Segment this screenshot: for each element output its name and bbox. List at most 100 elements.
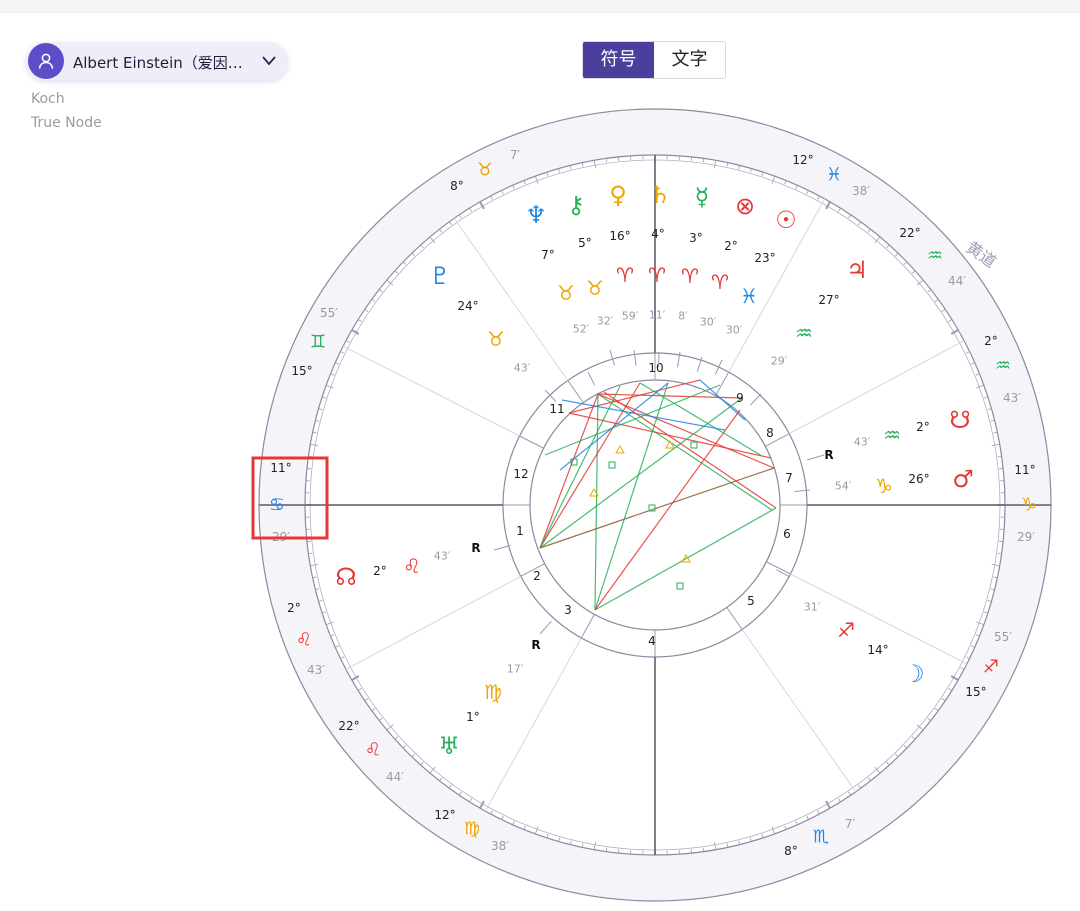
sign-cusp-degree: 22° xyxy=(899,226,920,240)
planet-sign-glyph: ♓ xyxy=(740,284,758,308)
planet-degree: 16° xyxy=(609,229,630,243)
sign-cusp-degree: 11° xyxy=(1014,463,1035,477)
planet-glyph-icon: ♄ xyxy=(649,181,671,209)
house-number: 2 xyxy=(533,569,541,583)
retrograde-marker: R xyxy=(471,541,480,555)
sign-cusp-minutes: 43′ xyxy=(307,663,325,677)
planet-sign-glyph: ♉ xyxy=(487,327,505,351)
planet-minutes: 8′ xyxy=(678,310,688,323)
planet-minutes: 30′ xyxy=(700,316,717,329)
sign-cusp-glyph: ♐ xyxy=(983,657,999,678)
sign-cusp-glyph: ♒ xyxy=(995,356,1011,377)
planet-sign-glyph: ♈ xyxy=(681,264,699,288)
planet-minutes: 11′ xyxy=(649,309,666,322)
planet-minutes: 32′ xyxy=(597,315,614,328)
planet-degree: 2° xyxy=(916,420,930,434)
sign-cusp-degree: 22° xyxy=(338,719,359,733)
sign-cusp-glyph: ♊ xyxy=(310,332,326,353)
planet-glyph-icon: ☋ xyxy=(949,406,970,434)
house-number: 5 xyxy=(747,594,755,608)
planet-degree: 26° xyxy=(908,472,929,486)
planet-sign-glyph: ♑ xyxy=(875,474,893,498)
house-number: 9 xyxy=(736,391,744,405)
sign-cusp-minutes: 29′ xyxy=(1017,530,1035,544)
sign-cusp-glyph: ♍ xyxy=(464,819,480,840)
house-number: 3 xyxy=(564,603,572,617)
sign-cusp-degree: 15° xyxy=(965,685,986,699)
planet-minutes: 54′ xyxy=(835,480,852,493)
sign-cusp-glyph: ♒ xyxy=(927,246,943,267)
degree-tick xyxy=(997,455,1002,458)
planet-degree: 2° xyxy=(724,239,738,253)
sign-cusp-minutes: 7′ xyxy=(845,817,856,831)
planet-sign-glyph: ♌ xyxy=(403,554,421,578)
sign-cusp-glyph: ♌ xyxy=(296,630,312,651)
natal-chart-wheel: 123456789101112 11°♋29′2°♌43′22°♌44′12°♍… xyxy=(251,108,1052,902)
house-number: 7 xyxy=(785,471,793,485)
sign-cusp-glyph: ♉ xyxy=(477,160,493,181)
house-number: 1 xyxy=(516,524,524,538)
sign-cusp-glyph: ♓ xyxy=(826,165,842,186)
house-number: 12 xyxy=(513,467,528,481)
planet-minutes: 43′ xyxy=(514,362,531,375)
planet-sign-glyph: ♈ xyxy=(616,263,634,287)
planet-sign-glyph: ♒ xyxy=(795,321,813,345)
planet-glyph-icon: ⊗ xyxy=(735,192,755,220)
planet-degree: 7° xyxy=(541,248,555,262)
degree-tick xyxy=(605,158,608,163)
sign-cusp-minutes: 38′ xyxy=(852,184,870,198)
planet-glyph-icon: ♂ xyxy=(952,465,974,493)
planet-minutes: 31′ xyxy=(804,601,821,614)
retrograde-marker: R xyxy=(824,448,833,462)
sign-cusp-degree: 2° xyxy=(984,334,998,348)
planet-sign-glyph: ♈ xyxy=(711,270,729,294)
retrograde-marker: R xyxy=(531,638,540,652)
degree-tick xyxy=(308,552,313,555)
planet-glyph-icon: ♅ xyxy=(438,732,460,760)
planet-sign-glyph: ♒ xyxy=(883,423,901,447)
house-number: 6 xyxy=(783,527,791,541)
sign-cusp-minutes: 44′ xyxy=(386,770,404,784)
sign-cusp-degree: 8° xyxy=(450,179,464,193)
planet-glyph-icon: ♇ xyxy=(429,262,451,290)
sign-cusp-glyph: ♏ xyxy=(813,827,829,848)
sign-cusp-minutes: 38′ xyxy=(491,839,509,853)
house-number: 10 xyxy=(648,361,663,375)
planet-degree: 1° xyxy=(466,710,480,724)
sign-cusp-glyph: ♋ xyxy=(269,495,285,516)
planet-degree: 5° xyxy=(578,236,592,250)
house-number: 4 xyxy=(648,634,656,648)
planet-minutes: 29′ xyxy=(771,355,788,368)
sign-cusp-degree: 12° xyxy=(792,153,813,167)
planet-degree: 4° xyxy=(651,227,665,241)
planet-glyph-icon: ☊ xyxy=(335,563,356,591)
planet-minutes: 59′ xyxy=(622,310,639,323)
planet-glyph-icon: ☿ xyxy=(695,183,710,211)
sign-cusp-minutes: 43′ xyxy=(1003,391,1021,405)
planet-glyph-icon: ☽ xyxy=(903,660,925,688)
degree-tick xyxy=(702,847,705,852)
planet-glyph-icon: ♃ xyxy=(846,256,868,284)
sign-cusp-minutes: 44′ xyxy=(948,274,966,288)
planet-degree: 3° xyxy=(689,231,703,245)
sign-cusp-degree: 2° xyxy=(287,601,301,615)
planet-glyph-icon: ⚷ xyxy=(567,191,585,219)
sign-cusp-degree: 15° xyxy=(291,364,312,378)
degree-tick xyxy=(605,847,608,852)
planet-degree: 14° xyxy=(867,643,888,657)
planet-glyph-icon: ♆ xyxy=(525,201,547,229)
sign-cusp-degree: 12° xyxy=(434,808,455,822)
planet-minutes: 52′ xyxy=(573,323,590,336)
planet-minutes: 43′ xyxy=(434,550,451,563)
sign-cusp-minutes: 55′ xyxy=(320,306,338,320)
sign-cusp-minutes: 55′ xyxy=(994,630,1012,644)
house-number: 11 xyxy=(549,402,564,416)
planet-sign-glyph: ♉ xyxy=(586,276,604,300)
planet-glyph-icon: ☉ xyxy=(775,206,797,234)
sign-cusp-degree: 8° xyxy=(784,844,798,858)
sign-cusp-glyph: ♑ xyxy=(1021,495,1037,516)
house-number: 8 xyxy=(766,426,774,440)
planet-degree: 2° xyxy=(373,564,387,578)
planet-degree: 24° xyxy=(457,299,478,313)
planet-sign-glyph: ♉ xyxy=(557,281,575,305)
